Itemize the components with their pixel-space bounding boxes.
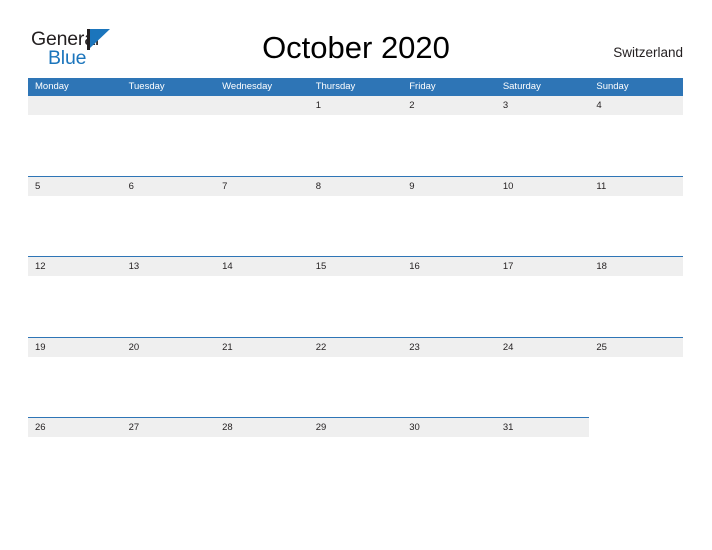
day-cell[interactable]: 28	[215, 418, 309, 437]
day-cell[interactable]: 16	[402, 257, 496, 276]
week-date-band: 19 20 21 22 23 24 25	[28, 336, 683, 357]
day-cell[interactable]: 18	[589, 257, 683, 276]
day-cell[interactable]: 11	[589, 176, 683, 196]
day-cell[interactable]: 8	[308, 176, 403, 196]
weekday-monday: Monday	[35, 81, 69, 92]
calendar-page: General Blue October 2020 Switzerland Mo…	[0, 0, 712, 550]
weekday-saturday: Saturday	[502, 81, 541, 92]
week-row: 5 6 7 8 9 10 11	[28, 175, 683, 257]
day-cell[interactable]: 29	[308, 418, 403, 437]
week-date-band: 1 2 3 4	[28, 95, 683, 115]
day-cell[interactable]: 17	[495, 257, 590, 276]
day-cell[interactable]: 25	[589, 337, 683, 357]
week-row: 12 13 14 15 16 17 18	[28, 256, 683, 338]
day-cell[interactable]: 13	[121, 257, 216, 276]
day-cell[interactable]: 12	[28, 257, 122, 276]
day-cell[interactable]: 6	[121, 176, 216, 196]
day-cell[interactable]: 4	[589, 96, 683, 115]
day-cell[interactable]: 7	[215, 176, 309, 196]
page-header: General Blue October 2020 Switzerland	[0, 0, 712, 78]
day-cell[interactable]: 23	[402, 337, 496, 357]
day-cell[interactable]: 5	[28, 176, 122, 196]
day-cell[interactable]: 24	[495, 337, 590, 357]
weekday-sunday: Sunday	[596, 81, 629, 92]
week-note-area[interactable]	[28, 276, 683, 338]
week-date-band: 26 27 28 29 30 31	[28, 417, 590, 437]
week-row: 26 27 28 29 30 31	[28, 417, 683, 499]
week-date-band: 12 13 14 15 16 17 18	[28, 256, 683, 276]
weekday-wednesday: Wednesday	[222, 81, 273, 92]
calendar-table: Monday Tuesday Wednesday Thursday Friday…	[28, 78, 683, 499]
day-cell[interactable]	[215, 96, 309, 115]
day-cell[interactable]	[28, 96, 122, 115]
weekday-friday: Friday	[409, 81, 436, 92]
weekday-tuesday: Tuesday	[128, 81, 165, 92]
day-cell[interactable]: 22	[308, 337, 403, 357]
day-cell[interactable]: 30	[402, 418, 496, 437]
day-cell[interactable]: 19	[28, 337, 122, 357]
weekday-header-row: Monday Tuesday Wednesday Thursday Friday…	[28, 78, 683, 95]
weekday-thursday: Thursday	[315, 81, 356, 92]
week-note-area[interactable]	[28, 437, 683, 499]
week-note-area[interactable]	[28, 356, 683, 418]
day-cell[interactable]: 3	[495, 96, 590, 115]
week-row: 1 2 3 4	[28, 95, 683, 177]
country-label: Switzerland	[613, 45, 683, 60]
week-date-band: 5 6 7 8 9 10 11	[28, 175, 683, 196]
day-cell[interactable]: 10	[495, 176, 590, 196]
day-cell[interactable]: 27	[121, 418, 216, 437]
day-cell[interactable]: 2	[402, 96, 496, 115]
day-cell[interactable]: 21	[215, 337, 309, 357]
day-cell[interactable]: 31	[495, 418, 590, 437]
day-cell[interactable]: 20	[121, 337, 216, 357]
day-cell[interactable]: 14	[215, 257, 309, 276]
day-cell[interactable]	[121, 96, 216, 115]
day-cell[interactable]: 26	[28, 418, 122, 437]
week-row: 19 20 21 22 23 24 25	[28, 336, 683, 418]
week-note-area[interactable]	[28, 115, 683, 177]
day-cell[interactable]: 15	[308, 257, 403, 276]
page-title: October 2020	[262, 30, 450, 65]
day-cell[interactable]: 9	[402, 176, 496, 196]
day-cell[interactable]: 1	[308, 96, 403, 115]
week-note-area[interactable]	[28, 195, 683, 257]
